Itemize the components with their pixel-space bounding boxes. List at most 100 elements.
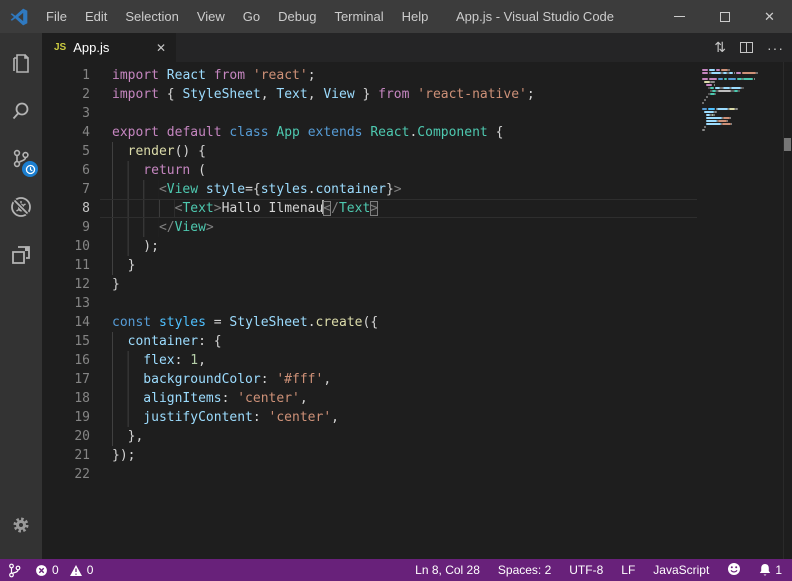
git-branch-button[interactable] [8, 563, 21, 578]
line-number[interactable]: 15 [42, 332, 90, 351]
line-number[interactable]: 9 [42, 218, 90, 237]
minimize-button[interactable] [657, 0, 702, 33]
line-number[interactable]: 6 [42, 161, 90, 180]
eol-sequence[interactable]: LF [621, 563, 635, 577]
language-mode[interactable]: JavaScript [653, 563, 709, 577]
menu-item-terminal[interactable]: Terminal [325, 0, 392, 33]
tab-close-icon[interactable]: ✕ [156, 41, 166, 55]
code-line-6[interactable]: 6return ( [42, 161, 792, 180]
code-line-22[interactable]: 22 [42, 465, 792, 484]
menu-item-edit[interactable]: Edit [76, 0, 116, 33]
code-line-20[interactable]: 20}, [42, 427, 792, 446]
line-number[interactable]: 8 [42, 199, 90, 218]
indent-guides [112, 199, 175, 218]
manage-settings-button[interactable] [0, 501, 42, 549]
notification-count: 1 [775, 563, 782, 577]
token: container [128, 334, 198, 349]
line-number[interactable]: 21 [42, 446, 90, 465]
line-number[interactable]: 12 [42, 275, 90, 294]
code-line-10[interactable]: 10); [42, 237, 792, 256]
token: } [386, 182, 394, 197]
code-line-8[interactable]: 8<Text>Hallo Ilmenau</Text> [42, 199, 792, 218]
line-number[interactable]: 13 [42, 294, 90, 313]
code-line-7[interactable]: 7<View style={styles.container}> [42, 180, 792, 199]
line-number[interactable]: 14 [42, 313, 90, 332]
menu-item-view[interactable]: View [188, 0, 234, 33]
menu-item-selection[interactable]: Selection [116, 0, 187, 33]
minimize-icon [674, 16, 685, 17]
menu-item-file[interactable]: File [37, 0, 76, 33]
line-number[interactable]: 11 [42, 256, 90, 275]
code-line-9[interactable]: 9</View> [42, 218, 792, 237]
code-line-21[interactable]: 21}); [42, 446, 792, 465]
line-content: }, [112, 427, 143, 446]
notifications-button[interactable]: 1 [759, 563, 782, 577]
split-editor-icon[interactable] [740, 42, 753, 53]
code-line-1[interactable]: 1import React from 'react'; [42, 66, 792, 85]
token: import [112, 87, 159, 102]
code-line-2[interactable]: 2import { StyleSheet, Text, View } from … [42, 85, 792, 104]
code-line-11[interactable]: 11} [42, 256, 792, 275]
sidebar-item-search[interactable] [0, 87, 42, 135]
menu-item-go[interactable]: Go [234, 0, 269, 33]
menu-item-help[interactable]: Help [393, 0, 438, 33]
sidebar-item-debug[interactable] [0, 183, 42, 231]
tab-appjs[interactable]: JS App.js ✕ [42, 33, 176, 62]
line-number[interactable]: 4 [42, 123, 90, 142]
token: default [159, 125, 222, 140]
line-number[interactable]: 17 [42, 370, 90, 389]
problems-button[interactable]: 0 0 [35, 563, 93, 577]
sidebar-item-source-control[interactable] [0, 135, 42, 183]
line-number[interactable]: 19 [42, 408, 90, 427]
code-line-13[interactable]: 13 [42, 294, 792, 313]
close-button[interactable]: ✕ [747, 0, 792, 33]
line-number[interactable]: 20 [42, 427, 90, 446]
line-number[interactable]: 18 [42, 389, 90, 408]
overview-ruler[interactable] [783, 62, 792, 559]
token: = [206, 315, 229, 330]
menu-item-debug[interactable]: Debug [269, 0, 325, 33]
line-number[interactable]: 22 [42, 465, 90, 484]
token: </ [159, 220, 175, 235]
window-controls: ✕ [657, 0, 792, 33]
feedback-smiley-button[interactable] [727, 562, 741, 579]
line-number[interactable]: 3 [42, 104, 90, 123]
token: { [488, 125, 504, 140]
maximize-button[interactable] [702, 0, 747, 33]
clock-icon [25, 164, 36, 175]
line-number[interactable]: 5 [42, 142, 90, 161]
code-line-4[interactable]: 4export default class App extends React.… [42, 123, 792, 142]
token: 1 [190, 353, 198, 368]
code-line-5[interactable]: 5render() { [42, 142, 792, 161]
token: ; [308, 68, 316, 83]
indent-guides [112, 256, 128, 275]
code-line-18[interactable]: 18alignItems: 'center', [42, 389, 792, 408]
more-actions-icon[interactable]: ··· [767, 41, 784, 55]
line-number[interactable]: 7 [42, 180, 90, 199]
code-line-3[interactable]: 3 [42, 104, 792, 123]
token: from [206, 68, 245, 83]
token: style [198, 182, 245, 197]
menu-bar: FileEditSelectionViewGoDebugTerminalHelp [37, 0, 437, 33]
line-number[interactable]: 10 [42, 237, 90, 256]
indentation[interactable]: Spaces: 2 [498, 563, 551, 577]
code-line-17[interactable]: 17backgroundColor: '#fff', [42, 370, 792, 389]
cursor-position[interactable]: Ln 8, Col 28 [415, 563, 480, 577]
open-changes-icon[interactable]: ⇅ [714, 41, 726, 55]
code-line-12[interactable]: 12} [42, 275, 792, 294]
code-editor[interactable]: 1import React from 'react';2import { Sty… [42, 62, 792, 559]
code-line-14[interactable]: 14const styles = StyleSheet.create({ [42, 313, 792, 332]
warnings-icon [69, 564, 83, 577]
gear-icon [9, 513, 33, 537]
token: extends [300, 125, 363, 140]
encoding[interactable]: UTF-8 [569, 563, 603, 577]
code-line-19[interactable]: 19justifyContent: 'center', [42, 408, 792, 427]
sidebar-item-explorer[interactable] [0, 39, 42, 87]
code-line-15[interactable]: 15container: { [42, 332, 792, 351]
sidebar-item-extensions[interactable] [0, 231, 42, 279]
line-number[interactable]: 2 [42, 85, 90, 104]
line-number[interactable]: 16 [42, 351, 90, 370]
minimap[interactable] [702, 69, 766, 135]
line-number[interactable]: 1 [42, 66, 90, 85]
code-line-16[interactable]: 16flex: 1, [42, 351, 792, 370]
